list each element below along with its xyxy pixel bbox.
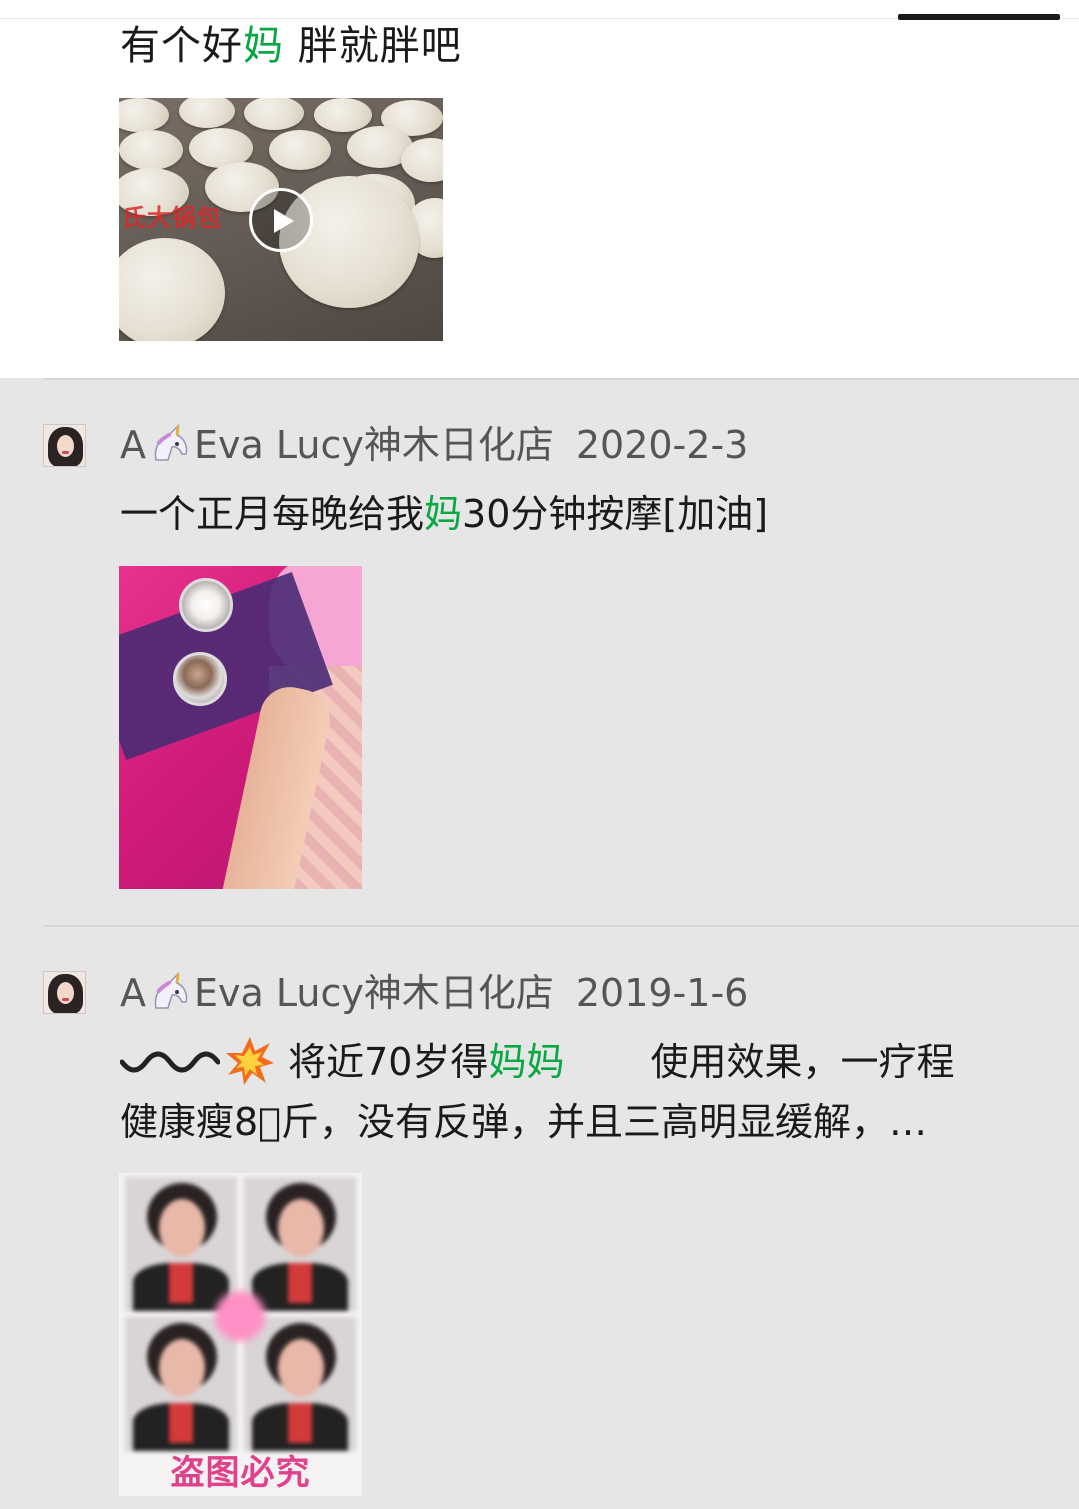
post-text-line-2: 健康瘦8 斤，没有反弹，并且三高明显缓解，… (120, 1100, 927, 1144)
avatar[interactable] (43, 971, 86, 1014)
post-divider (43, 925, 1079, 927)
collision-icon (226, 1037, 274, 1085)
post-image[interactable]: 盗图必究 (119, 1173, 362, 1496)
post-text: 有个好妈 胖就胖吧 (120, 20, 462, 72)
author-prefix[interactable]: A (120, 971, 146, 1015)
post-date: 2019-1-6 (575, 971, 749, 1015)
photo-tile (244, 1317, 356, 1451)
cupping-cup (179, 578, 233, 632)
post-text-line-1: 将近70岁得妈妈 使用效果，一疗程 (120, 1032, 954, 1092)
play-icon[interactable] (249, 188, 313, 252)
highlight-keyword[interactable]: 妈 (243, 23, 284, 69)
avatar[interactable] (43, 424, 86, 467)
unicorn-icon (154, 972, 188, 1009)
author-name[interactable]: Eva Lucy神木日化店 (194, 971, 554, 1015)
bun-shape (244, 98, 304, 130)
cupping-cup (173, 652, 227, 706)
wave-icon (120, 1051, 220, 1072)
watermark-text: 盗图必究 (170, 1453, 311, 1493)
author-prefix[interactable]: A (120, 423, 146, 467)
bun-shape (314, 98, 372, 132)
bun-shape (119, 130, 183, 170)
post-divider (43, 378, 1079, 380)
highlight-keyword[interactable]: 妈 (424, 492, 462, 536)
post-text-part: 将近70岁得 (276, 1040, 489, 1084)
scroll-indicator (898, 14, 1060, 20)
bun-shape (119, 98, 169, 132)
photo-tile (125, 1177, 237, 1311)
post-text-part: 使用效果，一疗程 (650, 1040, 955, 1084)
post-image[interactable] (119, 566, 362, 889)
bun-shape (179, 98, 235, 128)
photo-tile (244, 1177, 356, 1311)
post-author-line: A Eva Lucy神木日化店 2020-2-3 (120, 422, 748, 468)
video-overlay-text: 氏大锅包 (122, 204, 222, 232)
bun-shape (269, 130, 331, 170)
post-text-part: 一个正月每晚给我 (120, 492, 425, 536)
photo-tile (125, 1317, 237, 1451)
post-date: 2020-2-3 (575, 423, 749, 467)
post-card-1: 有个好妈 胖就胖吧 氏大锅包 (0, 0, 1079, 378)
post-text-part: 30分钟按摩[加油] (462, 492, 769, 536)
post-text-part: 胖就胖吧 (284, 23, 462, 69)
video-thumbnail[interactable]: 氏大锅包 (119, 98, 443, 341)
post-text-part: 有个好 (120, 23, 243, 69)
post-text: 一个正月每晚给我妈30分钟按摩[加油] (120, 484, 768, 544)
author-name[interactable]: Eva Lucy神木日化店 (194, 423, 554, 467)
unicorn-icon (154, 424, 188, 461)
bun-shape (119, 238, 225, 341)
post-author-line: A Eva Lucy神木日化店 2019-1-6 (120, 970, 748, 1016)
highlight-keyword[interactable]: 妈妈 (488, 1040, 564, 1084)
